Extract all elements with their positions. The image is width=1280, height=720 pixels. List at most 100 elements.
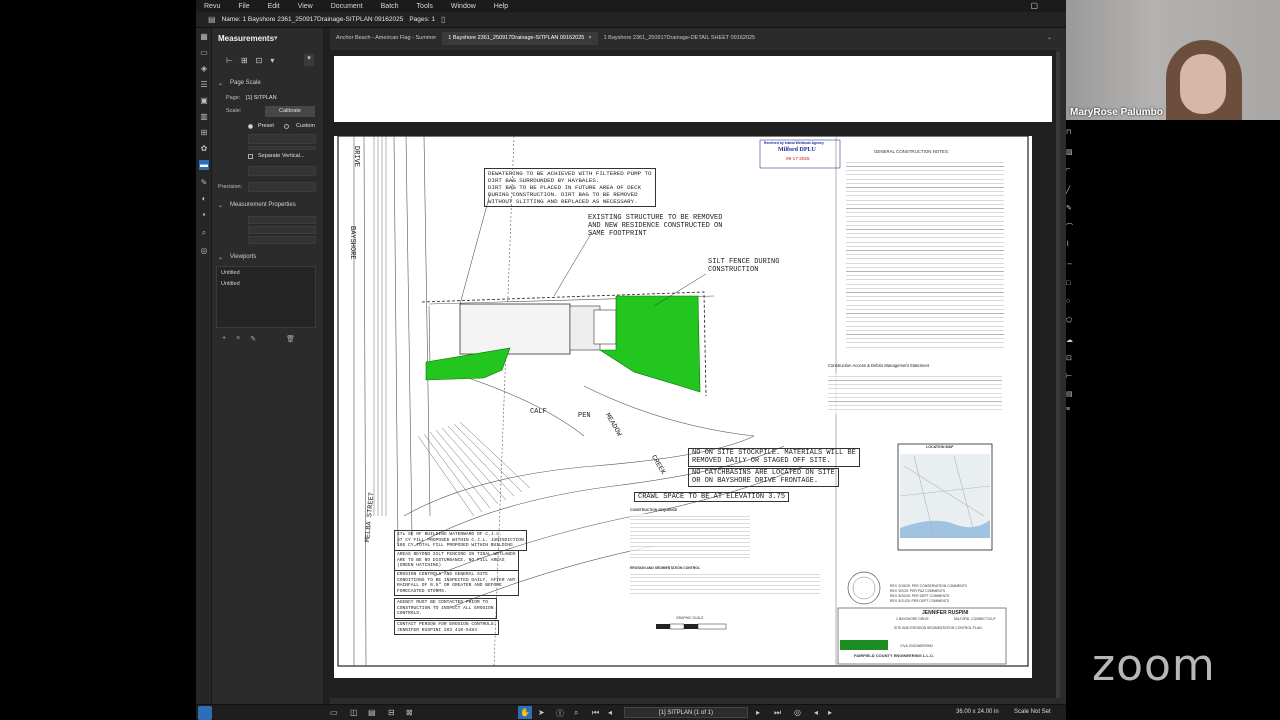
markup-list-icon[interactable]: ⊟ [388, 708, 395, 717]
first-page-icon[interactable]: ⏮ [592, 708, 599, 718]
text-select-icon[interactable]: Ⓘ [556, 708, 564, 719]
menu-help[interactable]: Help [494, 3, 508, 10]
property-field[interactable] [248, 226, 316, 234]
menu-view[interactable]: View [298, 3, 313, 10]
files-icon[interactable]: ▥ [199, 112, 209, 122]
tab-sitplan[interactable]: 1 Bayshore 2361_250917Drainage-SITPLAN 0… [442, 32, 598, 45]
vertical-scale-select[interactable] [248, 166, 316, 176]
revu-logo-icon[interactable] [198, 706, 212, 720]
property-field[interactable] [248, 236, 316, 244]
custom-radio[interactable] [284, 124, 289, 129]
separate-vertical-checkbox[interactable] [248, 154, 253, 159]
chevron-down-icon[interactable]: ⌄ [1047, 34, 1052, 41]
tool-image-icon[interactable]: ▨ [1066, 148, 1073, 156]
links-icon[interactable]: ◐ [199, 194, 209, 204]
menu-revu[interactable]: Revu [204, 3, 220, 10]
tool-line-icon[interactable]: ╱ [1066, 186, 1070, 194]
forward-icon[interactable]: ▸ [828, 708, 832, 717]
property-field[interactable] [248, 216, 316, 224]
preset-select[interactable] [248, 134, 316, 144]
signatures-icon[interactable]: ✎ [199, 178, 209, 188]
tool-more-icon[interactable]: ≡ [1066, 406, 1070, 413]
wetlands-note: AREAS BEYOND SILT FENCING IN TIDAL WETLA… [394, 550, 519, 571]
settings-icon[interactable]: ✿ [199, 144, 209, 154]
menu-window[interactable]: Window [451, 3, 476, 10]
layers-icon[interactable]: ◈ [199, 64, 209, 74]
scale-status[interactable]: Scale Not Set [1014, 709, 1051, 715]
layout-icon[interactable]: ◫ [350, 708, 358, 717]
list-item[interactable]: Untitled [217, 278, 315, 289]
list-item[interactable]: Untitled [217, 267, 315, 278]
measure-area-icon[interactable]: ⊞ [241, 56, 248, 65]
sets-icon[interactable]: ◎ [199, 246, 209, 256]
measurements-icon[interactable]: ▬ [199, 160, 209, 170]
vertical-scrollbar[interactable] [1056, 52, 1060, 698]
more-tools-icon[interactable]: ▾ [270, 56, 274, 65]
trash-icon[interactable]: 🗑 [286, 335, 295, 343]
page-indicator[interactable]: [1] SITPLAN (1 of 1) [624, 707, 748, 718]
document-viewport[interactable]: Received by Inland Wetlands Agency Milfo… [330, 50, 1056, 698]
previous-page-icon[interactable]: ◂ [608, 708, 612, 717]
tool-polyline-icon[interactable]: ⌇ [1066, 240, 1069, 248]
tool-measure-icon[interactable]: ⊢ [1066, 372, 1072, 380]
revu-window: Revu File Edit View Document Batch Tools… [196, 0, 1073, 720]
precision-select[interactable] [248, 182, 316, 192]
thumbnails-icon[interactable]: ▦ [199, 32, 209, 42]
split-view-icon[interactable]: ▭ [330, 708, 338, 717]
next-page-icon[interactable]: ▸ [756, 708, 760, 717]
title-block-name: JENNIFER RUSPINI [922, 610, 969, 616]
back-icon[interactable]: ◂ [814, 708, 818, 717]
tool-polygon-icon[interactable]: ⬠ [1066, 316, 1072, 324]
page-icon[interactable]: ▯ [441, 15, 445, 24]
tool-pen-icon[interactable]: ✎ [1066, 204, 1072, 212]
menu-batch[interactable]: Batch [381, 3, 399, 10]
tool-count-icon[interactable]: ▤ [1066, 390, 1073, 398]
maximize-icon[interactable]: ▢ [1030, 1, 1038, 10]
menu-file[interactable]: File [238, 3, 249, 10]
add-icon[interactable]: + [222, 335, 226, 343]
tool-stamp-icon[interactable]: ⊓ [1066, 128, 1071, 136]
single-page-icon[interactable]: ▤ [368, 708, 376, 717]
menu-edit[interactable]: Edit [268, 3, 280, 10]
studio-icon[interactable]: ⊞ [199, 128, 209, 138]
tool-ellipse-icon[interactable]: ○ [1066, 298, 1070, 305]
tool-callout-icon[interactable]: ⊡ [1066, 354, 1072, 362]
preset-select-secondary[interactable] [248, 146, 316, 150]
edit-icon[interactable]: ✎ [250, 335, 256, 343]
page-value[interactable]: [1] SITPLAN [246, 95, 277, 101]
participant-video[interactable]: MaryRose Palumbo [1066, 0, 1280, 120]
zoom-icon[interactable]: ⌕ [574, 708, 578, 718]
calibrate-button[interactable]: Calibrate [265, 106, 315, 117]
menu-document[interactable]: Document [331, 3, 363, 10]
tool-crop-icon[interactable]: ⌐ [1066, 166, 1070, 173]
select-tool-icon[interactable]: ➤ [538, 708, 545, 717]
tool-arc-icon[interactable]: ⌒ [1066, 222, 1073, 232]
collapse-icon[interactable]: ⌄ [218, 254, 223, 261]
tab-anchor-beach[interactable]: Anchor Beach - American Flag - Summer [330, 32, 442, 45]
sediment-title: EROSION AND SEDIMENTATION CONTROL [630, 566, 701, 570]
preset-radio[interactable] [248, 124, 253, 129]
site-plan-sheet[interactable]: Received by Inland Wetlands Agency Milfo… [334, 136, 1032, 678]
menu-tools[interactable]: Tools [417, 3, 433, 10]
markups-icon[interactable]: ☰ [199, 80, 209, 90]
tool-dimension-icon[interactable]: ↔ [1066, 260, 1073, 267]
tab-detail-sheet[interactable]: 1 Bayshore 2361_250917Drainage-DETAIL SH… [598, 32, 762, 45]
pan-tool-icon[interactable]: ✋ [518, 706, 532, 719]
close-icon[interactable]: × [236, 335, 240, 343]
snapshot-icon[interactable]: ◎ [794, 708, 801, 717]
forms-icon[interactable]: ▪ [199, 210, 209, 220]
sync-icon[interactable]: ⊠ [406, 708, 413, 717]
panel-menu-button[interactable]: ▾ [304, 54, 314, 66]
last-page-icon[interactable]: ⏭ [774, 708, 781, 718]
measure-edit-icon[interactable]: ⊡ [256, 56, 263, 65]
search-icon[interactable]: ⌕ [199, 228, 209, 238]
properties-icon[interactable]: ▣ [199, 96, 209, 106]
collapse-icon[interactable]: ⌄ [218, 80, 223, 87]
chevron-down-icon[interactable]: ▾ [274, 34, 278, 42]
close-icon[interactable]: × [588, 35, 591, 41]
bookmarks-icon[interactable]: ▭ [199, 48, 209, 58]
tool-rectangle-icon[interactable]: □ [1066, 280, 1070, 287]
collapse-icon[interactable]: ⌄ [218, 202, 223, 209]
measure-line-icon[interactable]: ⊢ [226, 56, 233, 65]
tool-cloud-icon[interactable]: ☁ [1066, 336, 1073, 344]
